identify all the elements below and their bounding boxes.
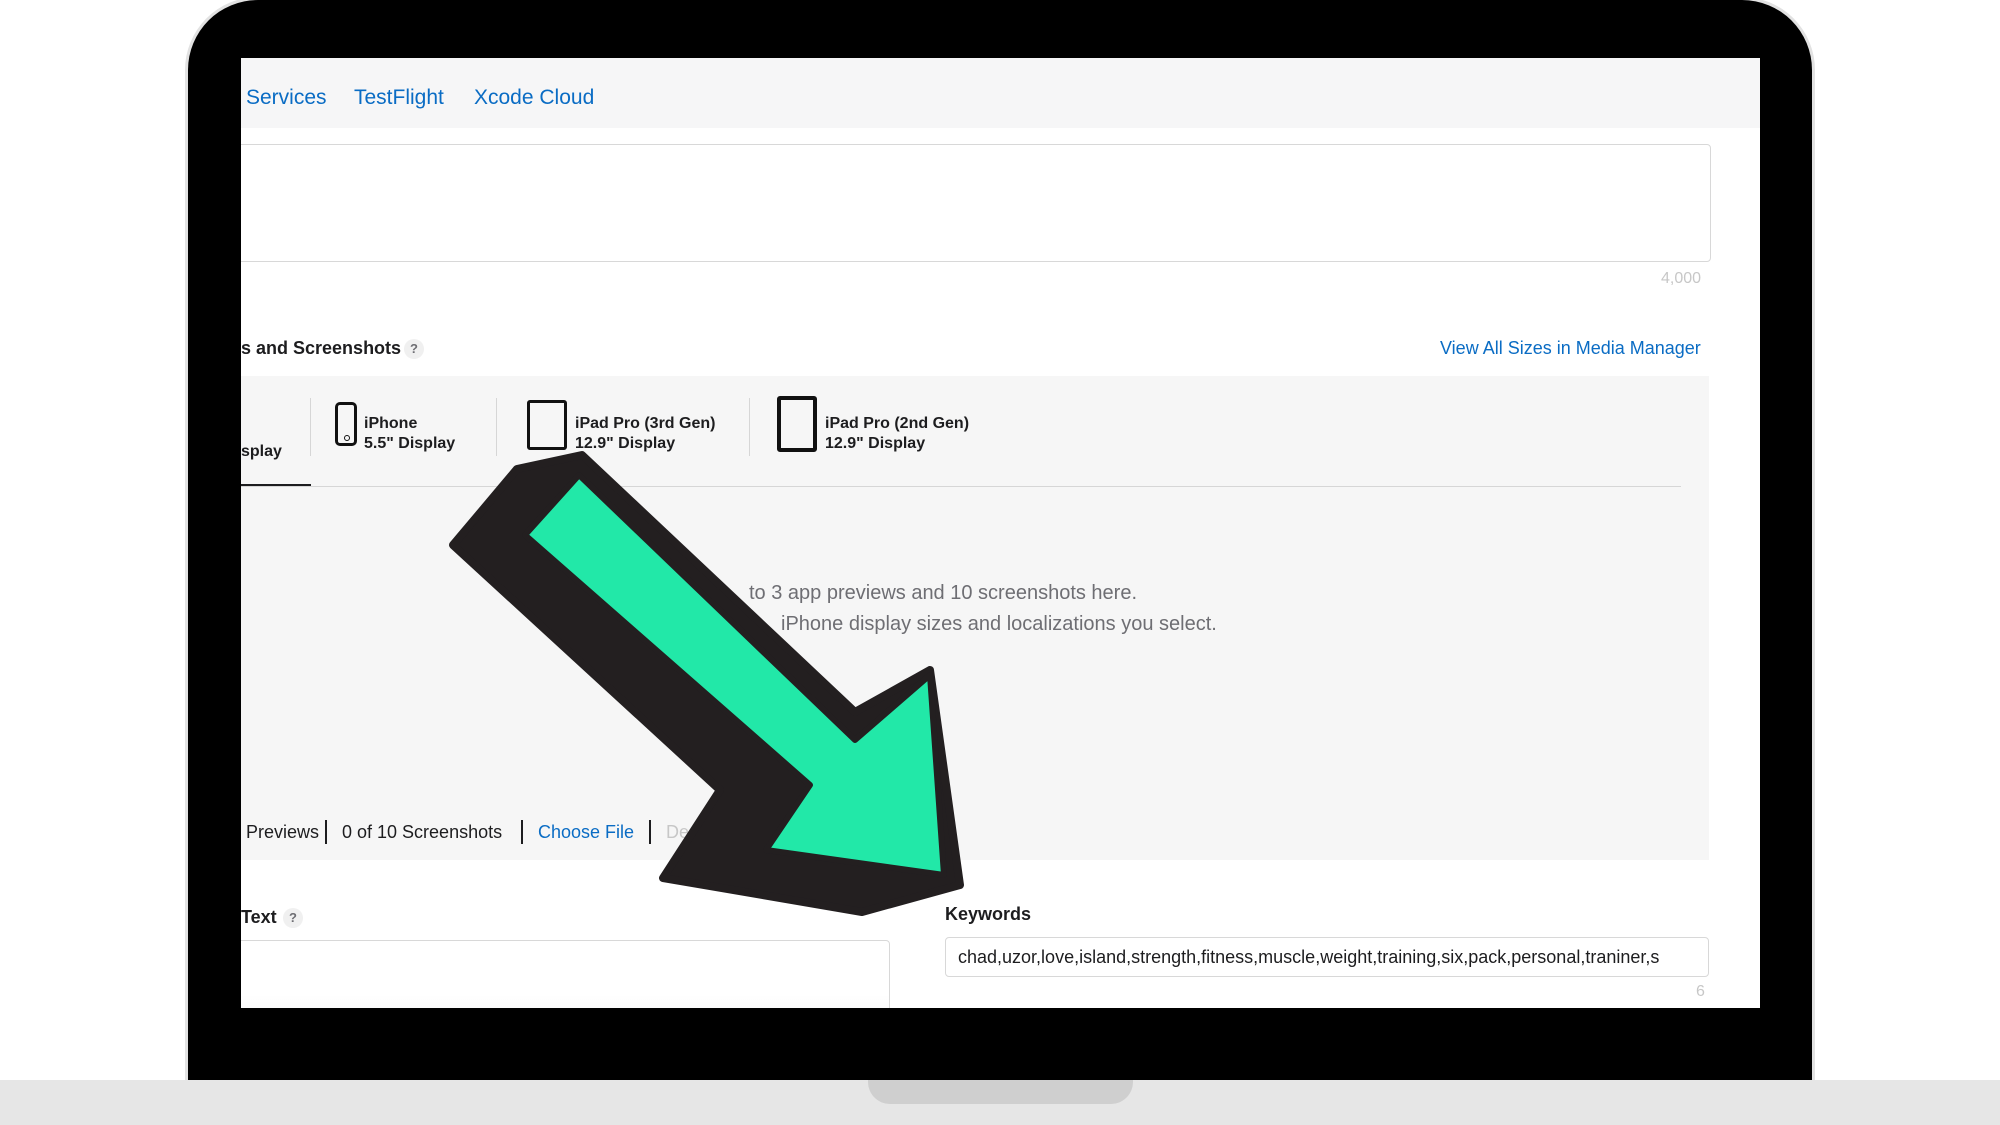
- green-arrow-overlay: [449, 451, 964, 916]
